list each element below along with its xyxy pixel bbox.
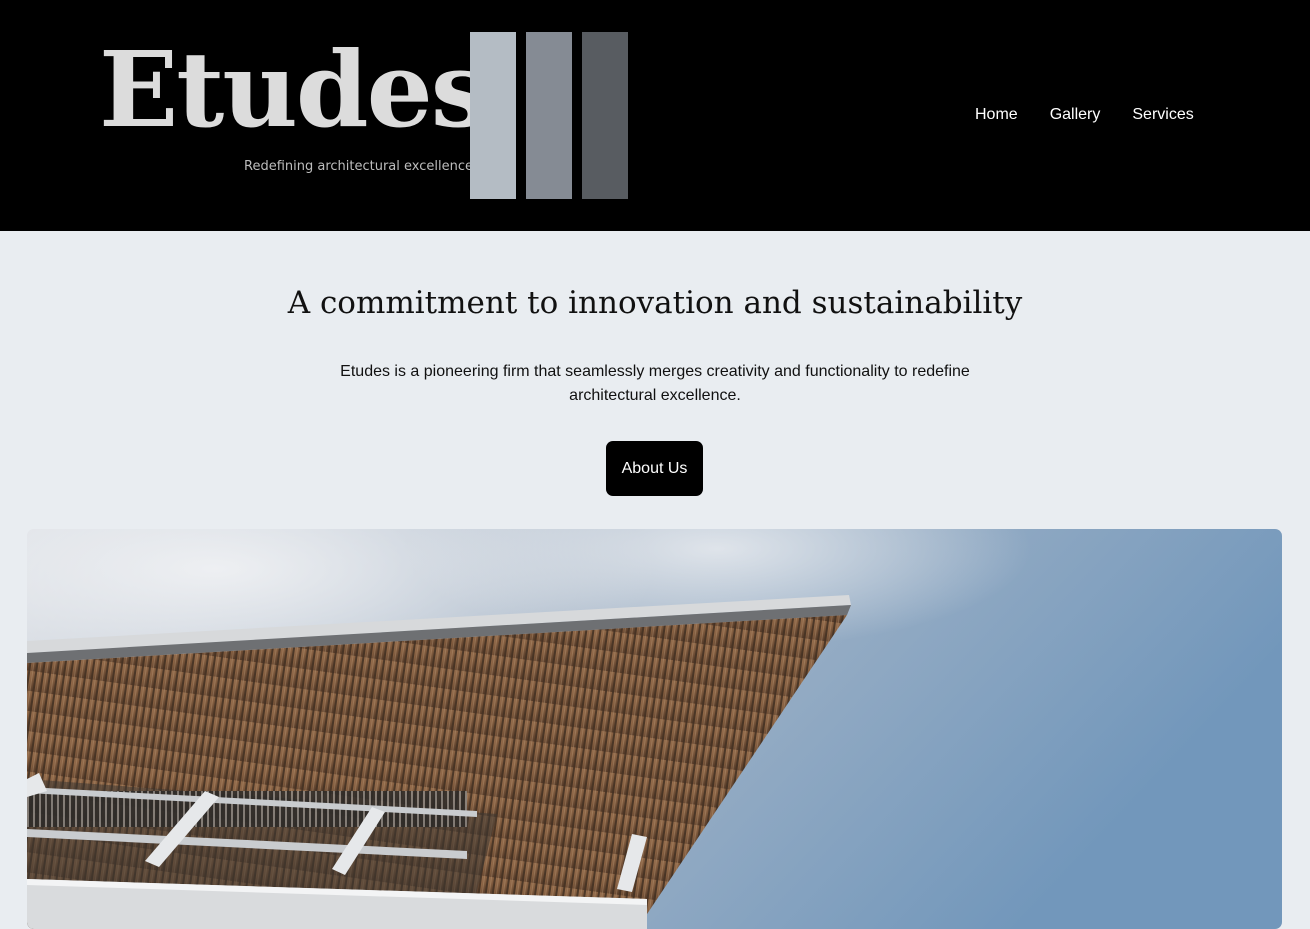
logo-wordmark: Etudes: [99, 28, 489, 151]
about-us-button[interactable]: About Us: [606, 441, 703, 496]
logo-bar-light: [470, 32, 516, 199]
hero-title: A commitment to innovation and sustainab…: [287, 285, 1023, 321]
logo-bar-medium: [526, 32, 572, 199]
hero-description: Etudes is a pioneering firm that seamles…: [340, 363, 970, 404]
logo[interactable]: Etudes Redefining architectural excellen…: [96, 30, 636, 202]
logo-bar-dark: [582, 32, 628, 199]
nav-link-home[interactable]: Home: [975, 106, 1018, 124]
logo-tagline: Redefining architectural excellence: [244, 159, 474, 174]
nav-link-gallery[interactable]: Gallery: [1050, 106, 1101, 124]
site-header: Etudes Redefining architectural excellen…: [0, 0, 1310, 231]
main-nav: Home Gallery Services: [975, 106, 1194, 124]
nav-link-services[interactable]: Services: [1132, 106, 1193, 124]
building-canopy-photo: [27, 529, 1282, 929]
